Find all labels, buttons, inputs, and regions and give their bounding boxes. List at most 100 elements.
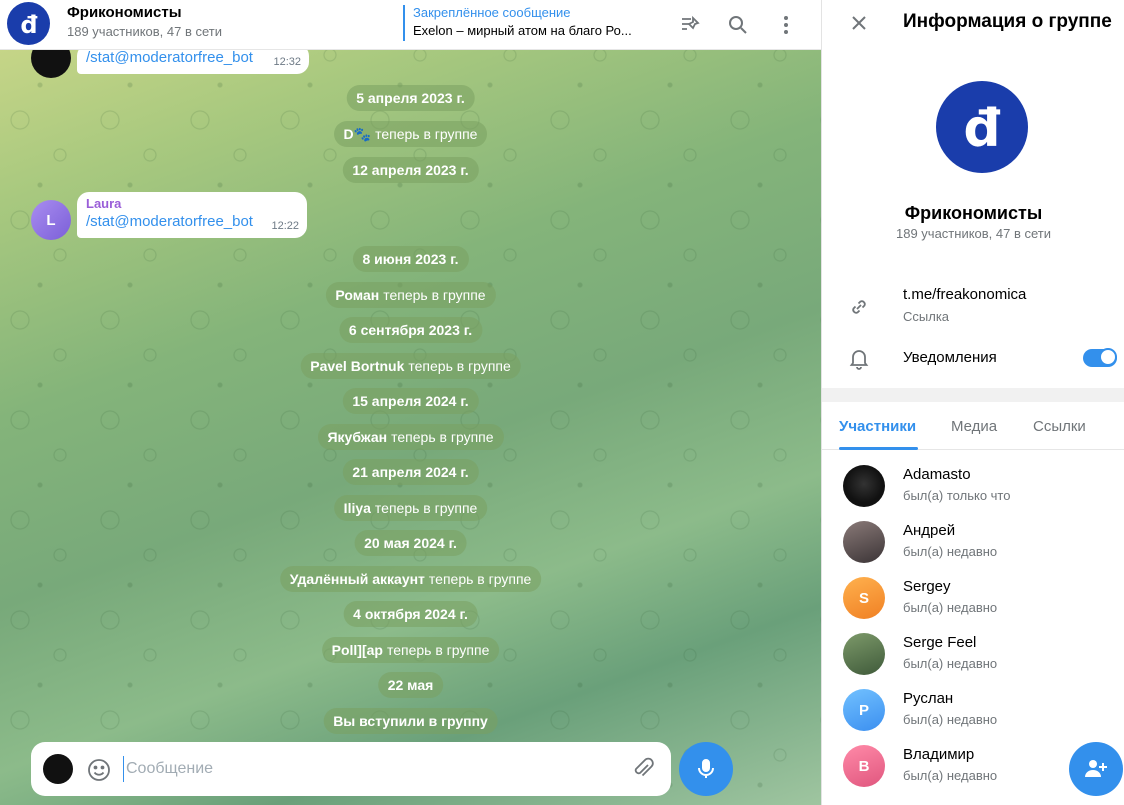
notifications-label: Уведомления [903, 349, 997, 366]
tab-members[interactable]: Участники [839, 418, 916, 435]
group-subtitle: 189 участников, 47 в сети [67, 24, 222, 39]
member-status: был(а) недавно [903, 712, 998, 727]
member-status: был(а) недавно [903, 768, 998, 783]
panel-title: Информация о группе [903, 11, 1112, 32]
service-action: теперь в группе [408, 358, 511, 374]
notifications-toggle[interactable] [1083, 348, 1117, 367]
message-text[interactable]: /stat@moderatorfree_bot [86, 212, 298, 232]
service-message: Poll][ap теперь в группе [321, 637, 500, 663]
service-action: теперь в группе [375, 126, 478, 142]
member-name: Андрей [903, 522, 956, 539]
my-avatar[interactable] [43, 754, 73, 784]
member-status: был(а) только что [903, 488, 1011, 503]
service-message: Удалённый аккаунт теперь в группе [279, 566, 542, 592]
svg-text:đ: đ [963, 99, 1000, 155]
voice-record-button[interactable] [679, 742, 733, 796]
divider [822, 388, 1124, 402]
emoji-icon[interactable] [86, 757, 112, 783]
group-members-count: 189 участников, 47 в сети [896, 226, 1051, 241]
chat-header: đ Фрикономисты 189 участников, 47 в сети… [0, 0, 821, 50]
avatar: В [843, 745, 885, 787]
pinned-label: Закреплённое сообщение [413, 5, 571, 20]
message-list[interactable]: /stat@moderatorfree_bot 12:32 5 апреля 2… [0, 38, 821, 742]
member-item[interactable]: Р Руслан был(а) недавно [822, 681, 1124, 737]
service-message: Роман теперь в группе [325, 282, 496, 308]
microphone-icon [698, 759, 714, 778]
date-separator: 12 апреля 2023 г. [342, 157, 479, 183]
close-icon[interactable] [846, 10, 872, 36]
search-icon[interactable] [723, 10, 753, 40]
service-user[interactable]: D🐾 [344, 126, 372, 143]
service-message: Pavel Bortnuk теперь в группе [300, 353, 521, 379]
member-item[interactable]: Adamasto был(а) только что [822, 457, 1124, 513]
group-title[interactable]: Фрикономисты [67, 4, 182, 21]
link-icon [846, 294, 872, 320]
date-separator: 22 мая [377, 672, 444, 698]
message-composer [31, 742, 671, 796]
member-item[interactable]: S Sergey был(а) недавно [822, 569, 1124, 625]
service-action: теперь в группе [428, 571, 532, 587]
avatar [843, 521, 885, 563]
bell-icon [846, 346, 872, 372]
member-item[interactable]: Serge Feel был(а) недавно [822, 625, 1124, 681]
service-action: теперь в группе [386, 642, 490, 658]
attach-icon[interactable] [630, 756, 656, 782]
add-user-icon [1085, 760, 1107, 777]
more-vertical-icon[interactable] [771, 10, 801, 40]
date-separator: 4 октября 2024 г. [343, 601, 478, 627]
member-name: Владимир [903, 746, 975, 763]
date-separator: 15 апреля 2024 г. [342, 388, 479, 414]
avatar[interactable]: L [31, 200, 71, 240]
avatar: S [843, 577, 885, 619]
service-user[interactable]: Pavel Bortnuk [310, 358, 404, 374]
date-separator: 6 сентября 2023 г. [338, 317, 483, 343]
member-status: был(а) недавно [903, 544, 998, 559]
tab-media[interactable]: Медиа [951, 418, 997, 435]
group-link[interactable]: t.me/freakonomica [903, 286, 1026, 303]
service-user[interactable]: Роман [335, 287, 379, 303]
date-separator: 21 апреля 2024 г. [342, 459, 479, 485]
chat-area: đ Фрикономисты 189 участников, 47 в сети… [0, 0, 821, 805]
service-message: Вы вступили в группу [323, 708, 498, 734]
avatar: Р [843, 689, 885, 731]
service-action: теперь в группе [391, 429, 494, 445]
member-name: Руслан [903, 690, 954, 707]
group-avatar[interactable]: đ [7, 2, 50, 45]
member-name: Serge Feel [903, 634, 977, 651]
group-info-panel: Информация о группе đ Фрикономисты 189 у… [821, 0, 1124, 805]
panel-tabs: Участники Медиа Ссылки [822, 402, 1124, 450]
member-status: был(а) недавно [903, 600, 998, 615]
service-action: теперь в группе [374, 500, 478, 516]
ruble-logo-icon: đ [963, 99, 1000, 155]
group-avatar-large[interactable]: đ [936, 81, 1028, 173]
message-author[interactable]: Laura [86, 196, 298, 212]
member-name: Adamasto [903, 466, 971, 483]
message-bubble[interactable]: Laura /stat@moderatorfree_bot 12:22 [77, 192, 307, 238]
message-input[interactable] [123, 756, 603, 782]
message-text[interactable]: /stat@moderatorfree_bot [86, 48, 300, 68]
panel-header: Информация о группе [822, 0, 1124, 46]
member-status: был(а) недавно [903, 656, 998, 671]
pin-list-icon[interactable] [675, 10, 705, 40]
svg-text:đ: đ [20, 11, 37, 37]
service-user[interactable]: Удалённый аккаунт [290, 571, 425, 587]
service-message: D🐾 теперь в группе [333, 121, 488, 147]
service-message: Якубжан теперь в группе [317, 424, 504, 450]
service-message: Iliya теперь в группе [333, 495, 488, 521]
service-user[interactable]: Якубжан [327, 429, 387, 445]
tab-links[interactable]: Ссылки [1033, 418, 1086, 435]
member-item[interactable]: Андрей был(а) недавно [822, 513, 1124, 569]
pinned-message[interactable]: Закреплённое сообщение Exelon – мирный а… [403, 5, 661, 41]
service-user[interactable]: Poll][ap [332, 642, 383, 658]
active-tab-indicator [839, 447, 918, 450]
message-time: 12:32 [273, 56, 301, 68]
service-user[interactable]: Iliya [344, 500, 371, 516]
avatar [843, 465, 885, 507]
member-name: Sergey [903, 578, 951, 595]
message-time: 12:22 [271, 220, 299, 232]
service-action: теперь в группе [383, 287, 486, 303]
date-separator: 5 апреля 2023 г. [346, 85, 475, 111]
add-member-button[interactable] [1069, 742, 1123, 796]
pinned-text: Exelon – мирный атом на благо Ро... [413, 23, 632, 38]
ruble-logo-icon: đ [20, 11, 37, 37]
